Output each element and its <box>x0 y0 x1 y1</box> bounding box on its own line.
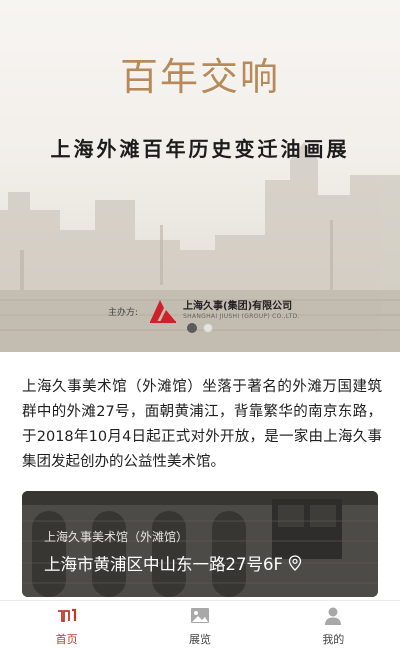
museum-intro-text: 上海久事美术馆（外滩馆）坐落于著名的外滩万国建筑群中的外滩27号，面朝黄浦江，背… <box>22 379 382 470</box>
tab-home-label: 首页 <box>55 632 78 646</box>
location-pin-icon[interactable] <box>288 555 302 571</box>
sponsor-name-cn: 上海久事(集团)有限公司 <box>183 301 293 312</box>
home-icon <box>57 608 76 622</box>
sponsor-name-en: SHANGHAI JIUSHI (GROUP) CO.,LTD. <box>183 313 300 320</box>
carousel-dot[interactable] <box>203 323 213 333</box>
sponsor-block: 主办方: 上海久事(集团)有限公司 SHANGHAI JIUSHI (GROUP… <box>108 296 300 326</box>
exhibition-banner[interactable]: 百年交响 上海外滩百年历史变迁油画展 主办方: 上海久事(集团)有限公司 SHA… <box>0 0 400 352</box>
tab-profile[interactable]: 我的 <box>267 601 400 651</box>
carousel-dot[interactable] <box>187 323 197 333</box>
tab-home[interactable]: 首页 <box>0 601 133 651</box>
bottom-tab-bar: 首页 展览 我的 <box>0 600 400 651</box>
address-text: 上海市黄浦区中山东一路27号6F <box>44 555 283 574</box>
banner-logo-text: 百年交响 <box>119 55 280 99</box>
image-icon <box>190 607 209 623</box>
banner-title: 上海外滩百年历史变迁油画展 <box>50 137 350 161</box>
tab-exhibitions[interactable]: 展览 <box>133 601 266 651</box>
user-icon <box>325 607 342 625</box>
location-card-subtitle: 上海久事美术馆（外滩馆） <box>44 530 189 544</box>
tab-exhibitions-label: 展览 <box>188 632 211 646</box>
sponsor-logo-icon <box>150 300 177 323</box>
location-card[interactable]: 上海久事美术馆（外滩馆） 上海市黄浦区中山东一路27号6F <box>22 491 378 597</box>
location-card-address: 上海市黄浦区中山东一路27号6F <box>44 551 302 575</box>
carousel-indicators <box>0 323 400 333</box>
sponsor-label: 主办方: <box>108 307 139 318</box>
tab-profile-label: 我的 <box>322 632 345 646</box>
sponsor-name: 上海久事(集团)有限公司 SHANGHAI JIUSHI (GROUP) CO.… <box>183 301 300 321</box>
